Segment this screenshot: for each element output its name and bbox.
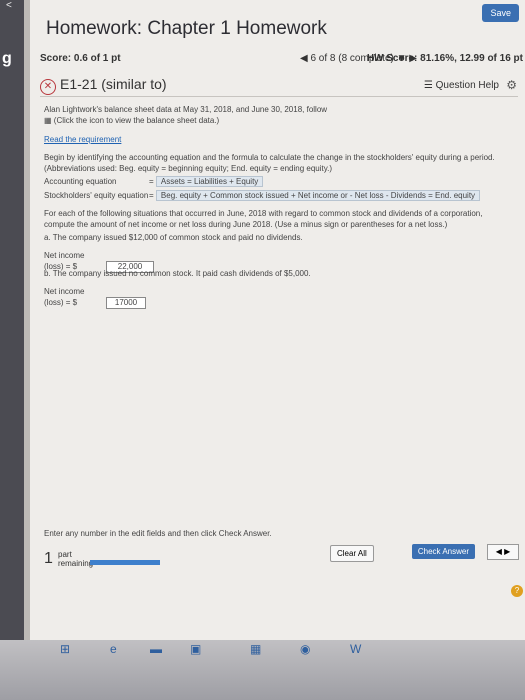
se-equation-label: Stockholders' equity equation [44, 191, 149, 200]
net-income-input-b[interactable]: 17000 [106, 297, 146, 309]
situation-b-text: b. The company issued no common stock. I… [44, 269, 311, 278]
task-view-icon[interactable]: ⊞ [60, 642, 70, 656]
parts-count: 1 [44, 550, 53, 567]
check-answer-button[interactable]: Check Answer [411, 544, 475, 559]
parts-label-2: remaining [58, 559, 94, 568]
clear-all-button[interactable]: Clear All [330, 545, 374, 562]
accounting-equation-label: Accounting equation [44, 177, 117, 186]
word-icon[interactable]: W [350, 642, 361, 656]
file-explorer-icon[interactable]: ▬ [150, 642, 162, 656]
gear-icon[interactable]: ⚙ [506, 78, 517, 92]
help-icon[interactable]: ? [511, 585, 523, 597]
se-equation-answer[interactable]: Beg. equity + Common stock issued + Net … [155, 190, 481, 201]
taskbar [0, 640, 525, 700]
instruction-text: Begin by identifying the accounting equa… [44, 153, 495, 173]
prev-next-buttons[interactable]: ◀ ▶ [487, 544, 519, 560]
intro-text: Alan Lightwork's balance sheet data at M… [44, 105, 328, 114]
page-title: Homework: Chapter 1 Homework [46, 18, 327, 39]
net-income-label-b: Net income (loss) = $ [44, 287, 85, 307]
question-title: E1-21 (similar to) [60, 76, 167, 92]
store-icon[interactable]: ▣ [190, 642, 201, 656]
app-logo: g [2, 50, 12, 67]
question-help-button[interactable]: ☰ Question Help [424, 80, 499, 91]
parts-label: part remaining [58, 550, 93, 568]
progress-fill [90, 560, 160, 565]
divider [40, 96, 518, 97]
table-icon[interactable]: ▦ [44, 116, 54, 125]
list-icon: ☰ [423, 80, 436, 91]
progress-bar [90, 560, 160, 565]
edge-browser-icon[interactable]: e [110, 642, 117, 656]
instruction-text-2: For each of the following situations tha… [44, 209, 483, 229]
se-equation-row: Stockholders' equity equation= Beg. equi… [44, 190, 481, 201]
situation-b-answer-row: Net income (loss) = $ 17000 [44, 286, 146, 309]
chevron-left-icon[interactable]: < [6, 0, 12, 11]
enter-instruction: Enter any number in the edit fields and … [44, 529, 272, 538]
homework-page: Homework: Chapter 1 Homework Save Score:… [30, 0, 525, 640]
question-title-row: ✕ E1-21 (similar to) [40, 76, 167, 95]
accounting-equation-row: Accounting equation = Assets = Liabilitie… [44, 176, 264, 187]
parts-label-1: part [58, 550, 72, 559]
read-requirement-link[interactable]: Read the requirement [44, 134, 121, 145]
hw-score: HW Score: 81.16%, 12.99 of 16 pt [366, 53, 523, 64]
data-link-row[interactable]: ▦ (Click the icon to view the balance sh… [44, 115, 219, 126]
situation-a-text: a. The company issued $12,000 of common … [44, 233, 303, 242]
accounting-equation-answer[interactable]: Assets = Liabilities + Equity [155, 176, 264, 187]
read-requirement-label[interactable]: Read the requirement [44, 135, 121, 144]
app-sidebar: < g [0, 0, 24, 640]
save-button[interactable]: Save [482, 4, 519, 22]
calculator-icon[interactable]: ▦ [250, 642, 261, 656]
data-link[interactable]: (Click the icon to view the balance shee… [54, 116, 219, 125]
question-help-label: Question Help [435, 80, 499, 91]
chrome-icon[interactable]: ◉ [300, 642, 310, 656]
incorrect-x-icon: ✕ [40, 79, 56, 95]
score-text: Score: 0.6 of 1 pt [40, 53, 121, 64]
